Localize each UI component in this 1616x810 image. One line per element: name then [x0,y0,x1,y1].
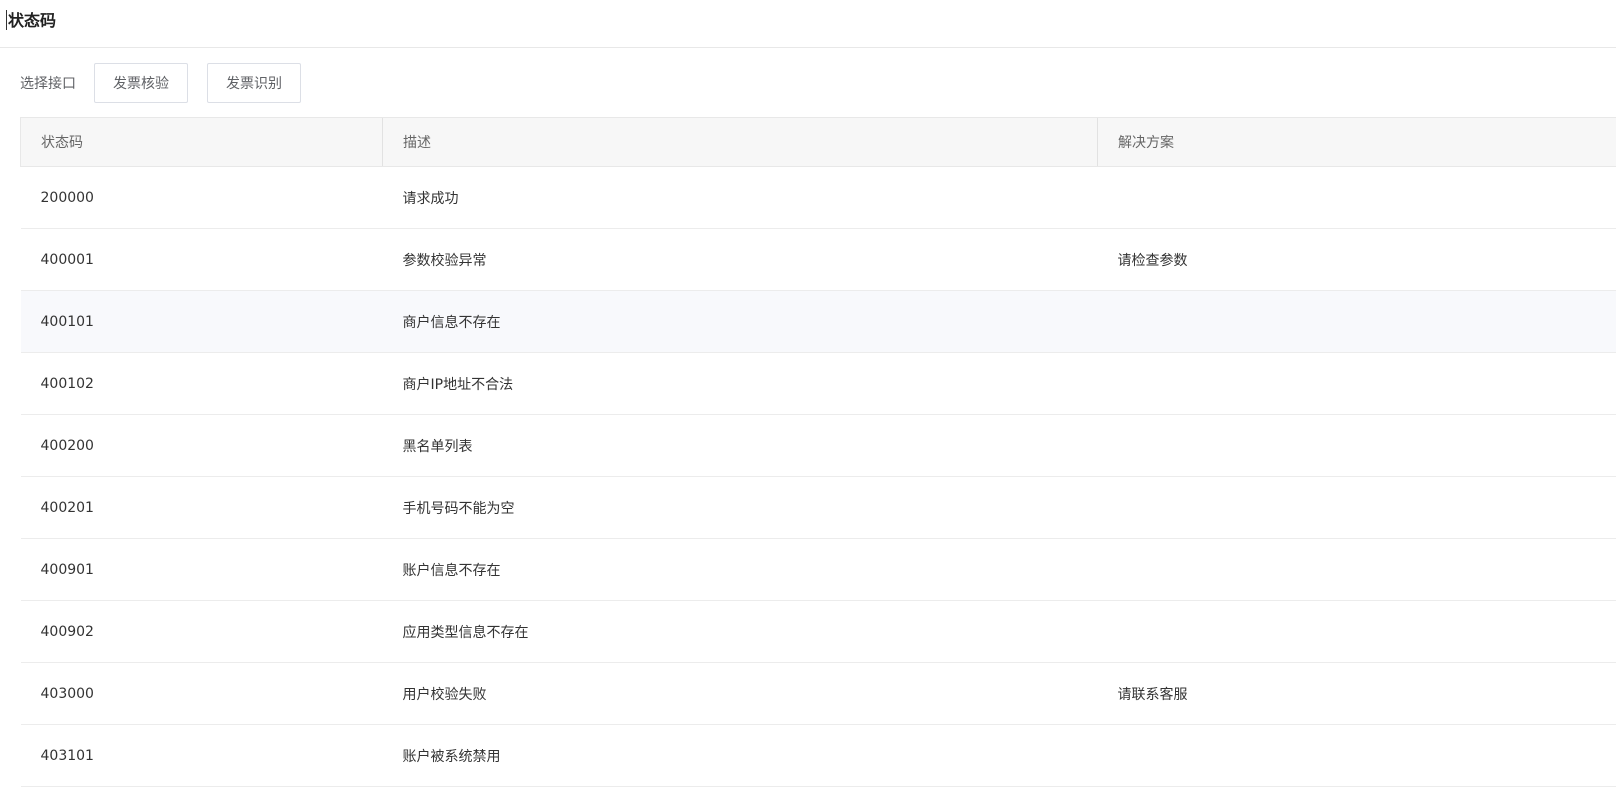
cell-code: 400901 [20,538,383,601]
select-api-label: 选择接口 [20,76,76,92]
table-row: 400201 手机号码不能为空 [20,476,1616,539]
column-header-description[interactable]: 描述 [382,117,1098,167]
page-title: 状态码 [8,10,57,30]
column-header-code[interactable]: 状态码 [20,117,383,167]
cell-description: 商户IP地址不合法 [382,352,1098,415]
cell-description: 商户信息不存在 [382,290,1098,353]
cell-description: 手机号码不能为空 [382,476,1098,539]
cell-solution [1097,290,1616,353]
table-row: 400200 黑名单列表 [20,414,1616,477]
cell-description: 用户校验失败 [382,662,1098,725]
api-selector-toolbar: 选择接口 发票核验 发票识别 [0,48,1616,118]
text-cursor [6,10,7,30]
page-header: 状态码 [0,0,1616,48]
table-row: 400101 商户信息不存在 [20,290,1616,353]
cell-code: 200000 [20,166,383,229]
cell-description: 应用类型信息不存在 [382,600,1098,663]
invoice-verify-button[interactable]: 发票核验 [94,63,188,103]
cell-solution [1097,476,1616,539]
cell-solution [1097,538,1616,601]
cell-solution [1097,352,1616,415]
cell-description: 黑名单列表 [382,414,1098,477]
cell-description: 账户信息不存在 [382,538,1098,601]
table-row: 400102 商户IP地址不合法 [20,352,1616,415]
cell-code: 400001 [20,228,383,291]
status-code-table-wrapper: 状态码 描述 解决方案 200000 请求成功 400001 参数校验异常 请检… [20,117,1616,787]
cell-solution [1097,414,1616,477]
cell-code: 400201 [20,476,383,539]
table-row: 200000 请求成功 [20,166,1616,229]
invoice-recognize-button[interactable]: 发票识别 [207,63,301,103]
table-row: 400901 账户信息不存在 [20,538,1616,601]
cell-code: 400902 [20,600,383,663]
cell-solution [1097,724,1616,787]
cell-solution [1097,600,1616,663]
status-code-page: 状态码 选择接口 发票核验 发票识别 状态码 描述 解决方案 200000 请求… [0,0,1616,810]
cell-code: 403000 [20,662,383,725]
cell-solution [1097,166,1616,229]
column-header-solution[interactable]: 解决方案 [1097,117,1616,167]
cell-description: 参数校验异常 [382,228,1098,291]
cell-code: 400102 [20,352,383,415]
cell-solution: 请联系客服 [1097,662,1616,725]
cell-description: 请求成功 [382,166,1098,229]
cell-code: 400200 [20,414,383,477]
status-code-table: 状态码 描述 解决方案 200000 请求成功 400001 参数校验异常 请检… [20,117,1616,787]
table-row: 400902 应用类型信息不存在 [20,600,1616,663]
table-header-row: 状态码 描述 解决方案 [20,117,1616,167]
cell-code: 400101 [20,290,383,353]
cell-code: 403101 [20,724,383,787]
table-row: 403000 用户校验失败 请联系客服 [20,662,1616,725]
cell-solution: 请检查参数 [1097,228,1616,291]
table-body: 200000 请求成功 400001 参数校验异常 请检查参数 400101 商… [20,166,1616,787]
table-row: 400001 参数校验异常 请检查参数 [20,228,1616,291]
table-row: 403101 账户被系统禁用 [20,724,1616,787]
table-header: 状态码 描述 解决方案 [20,117,1616,167]
cell-description: 账户被系统禁用 [382,724,1098,787]
